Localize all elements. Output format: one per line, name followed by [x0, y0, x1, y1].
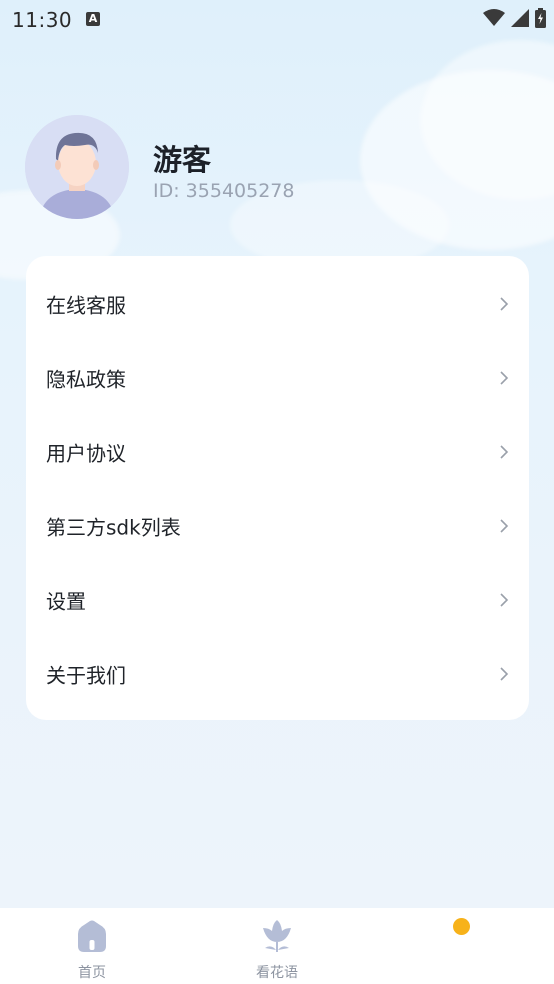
menu-item-settings[interactable]: 设置 — [26, 563, 529, 637]
menu-item-label: 用户协议 — [46, 441, 126, 466]
status-bar: 11:30 A — [0, 0, 554, 38]
nav-tab-home[interactable]: 首页 — [32, 908, 152, 984]
notification-icon: A — [86, 12, 100, 26]
status-icons — [483, 8, 546, 28]
menu-item-privacy-policy[interactable]: 隐私政策 — [26, 341, 529, 415]
nav-tab-label: 看花语 — [256, 965, 298, 981]
username: 游客 — [153, 143, 212, 177]
avatar[interactable] — [25, 115, 129, 219]
nav-tab-flower-language[interactable]: 看花语 — [217, 908, 337, 984]
menu-item-third-party-sdk[interactable]: 第三方sdk列表 — [26, 489, 529, 563]
menu-card: 在线客服 隐私政策 用户协议 第三方sdk列表 设置 关于我们 — [26, 256, 529, 720]
flower-icon — [263, 920, 291, 952]
bottom-nav: 首页 看花语 — [0, 908, 554, 984]
profile-dot-icon — [453, 918, 470, 935]
menu-item-label: 隐私政策 — [46, 367, 126, 392]
chevron-right-icon — [500, 445, 509, 459]
menu-item-user-agreement[interactable]: 用户协议 — [26, 415, 529, 489]
battery-icon — [535, 8, 546, 28]
nav-tab-label: 首页 — [78, 965, 106, 981]
wifi-icon — [483, 9, 505, 26]
default-avatar-icon — [25, 115, 129, 219]
menu-item-label: 第三方sdk列表 — [46, 515, 181, 540]
status-time: 11:30 — [12, 8, 73, 32]
home-icon — [78, 920, 106, 952]
menu-item-online-service[interactable]: 在线客服 — [26, 267, 529, 341]
menu-item-label: 设置 — [46, 589, 86, 614]
chevron-right-icon — [500, 371, 509, 385]
chevron-right-icon — [500, 667, 509, 681]
menu-item-label: 关于我们 — [46, 663, 126, 688]
signal-icon — [511, 9, 529, 27]
chevron-right-icon — [500, 519, 509, 533]
menu-item-about-us[interactable]: 关于我们 — [26, 637, 529, 711]
menu-item-label: 在线客服 — [46, 293, 126, 318]
chevron-right-icon — [500, 593, 509, 607]
user-id: ID: 355405278 — [153, 180, 295, 202]
chevron-right-icon — [500, 297, 509, 311]
